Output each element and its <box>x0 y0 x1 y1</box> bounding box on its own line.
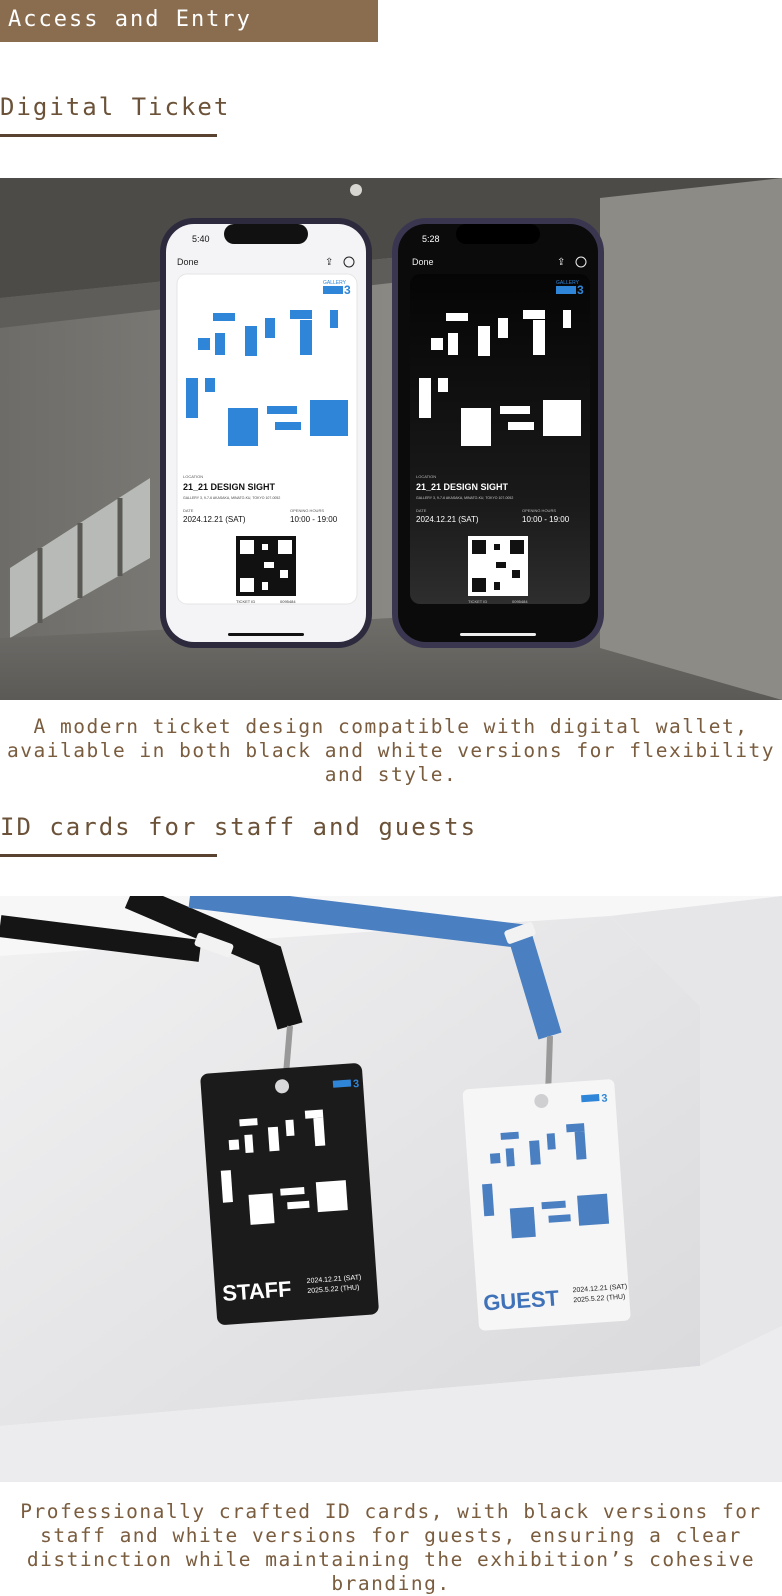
svg-text:10:00 - 19:00: 10:00 - 19:00 <box>290 515 338 524</box>
digital-ticket-caption: A modern ticket design compatible with d… <box>7 715 775 786</box>
qr-code <box>468 536 528 596</box>
qr-code <box>236 536 296 596</box>
id-cards-mockup-image: 3 STAFF 2024.12.21 (SAT) 2025.5.22 (THU)… <box>0 896 782 1482</box>
staff-id-card: 3 STAFF 2024.12.21 (SAT) 2025.5.22 (THU) <box>200 1063 379 1325</box>
svg-text:21_21 DESIGN SIGHT: 21_21 DESIGN SIGHT <box>183 482 276 492</box>
svg-text:3: 3 <box>353 1078 360 1090</box>
id-cards-caption: Professionally crafted ID cards, with bl… <box>20 1500 762 1595</box>
guest-id-card: 3 GUEST 2024.12.21 (SAT) 2025.5.22 (THU) <box>462 1079 631 1331</box>
phone2-done-button[interactable]: Done <box>412 257 434 267</box>
gallery-number: 3 <box>344 283 351 297</box>
svg-text:LOCATION: LOCATION <box>416 474 436 479</box>
svg-text:21_21 DESIGN SIGHT: 21_21 DESIGN SIGHT <box>416 482 509 492</box>
heading-underline <box>0 134 217 137</box>
id-cards-heading: ID cards for staff and guests <box>0 813 478 841</box>
digital-ticket-mockup-image: 5:40 Done ⇪ GALLERY 3 LOCATION 21_21 DES… <box>0 178 782 700</box>
section-header: Access and Entry <box>0 0 378 42</box>
svg-text:2024.12.21 (SAT): 2024.12.21 (SAT) <box>416 515 479 524</box>
share-icon[interactable]: ⇪ <box>557 257 565 268</box>
phone-white-ticket: 5:40 Done ⇪ GALLERY 3 LOCATION 21_21 DES… <box>160 218 372 648</box>
guest-role-label: GUEST <box>482 1285 560 1315</box>
svg-text:0095484: 0095484 <box>280 599 296 604</box>
svg-text:3: 3 <box>577 283 584 297</box>
svg-text:GALLERY 3, 9-7-6 AKASAKA, MINA: GALLERY 3, 9-7-6 AKASAKA, MINATO-KU, TOK… <box>416 496 513 500</box>
svg-text:TICKET ID: TICKET ID <box>236 599 255 604</box>
svg-text:3: 3 <box>601 1092 608 1104</box>
phone-black-ticket: 5:28 Done ⇪ GALLERY 3 LOCATION 21_21 DES… <box>392 218 604 648</box>
section-header-title: Access and Entry <box>8 7 252 32</box>
heading-underline <box>0 854 217 857</box>
phone1-done-button[interactable]: Done <box>177 257 199 267</box>
svg-text:0095484: 0095484 <box>512 599 528 604</box>
staff-role-label: STAFF <box>221 1276 292 1306</box>
phone1-time: 5:40 <box>192 234 210 244</box>
svg-text:10:00 - 19:00: 10:00 - 19:00 <box>522 515 570 524</box>
svg-text:LOCATION: LOCATION <box>183 474 203 479</box>
phone2-time: 5:28 <box>422 234 440 244</box>
svg-text:OPENING HOURS: OPENING HOURS <box>522 508 556 513</box>
svg-text:2024.12.21 (SAT): 2024.12.21 (SAT) <box>183 515 246 524</box>
svg-text:OPENING HOURS: OPENING HOURS <box>290 508 324 513</box>
svg-text:GALLERY 3, 9-7-6 AKASAKA, MINA: GALLERY 3, 9-7-6 AKASAKA, MINATO-KU, TOK… <box>183 496 280 500</box>
svg-text:DATE: DATE <box>183 508 194 513</box>
digital-ticket-heading: Digital Ticket <box>0 93 231 121</box>
share-icon[interactable]: ⇪ <box>325 257 333 268</box>
svg-text:TICKET ID: TICKET ID <box>468 599 487 604</box>
svg-text:DATE: DATE <box>416 508 427 513</box>
